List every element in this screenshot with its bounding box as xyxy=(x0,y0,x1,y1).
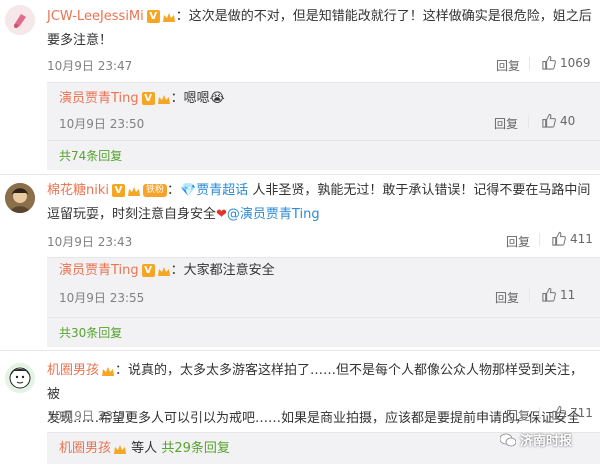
wechat-icon xyxy=(500,433,516,446)
thumbs-up-icon xyxy=(552,231,566,246)
reply-button[interactable]: 回复 xyxy=(506,407,530,424)
comment-separator xyxy=(0,174,600,175)
sub-reply-username[interactable]: 演员贾青Ting xyxy=(59,263,139,278)
crown-icon xyxy=(127,184,141,197)
reply-button[interactable]: 回复 xyxy=(506,233,530,250)
crying-emoji-icon: 😭 xyxy=(209,91,225,106)
diamond-icon: 💎 xyxy=(180,183,197,198)
sub-reply-text: 演员贾青Ting V ：嗯嗯😭 xyxy=(59,91,225,106)
more-replies-link[interactable]: 共29条回复 xyxy=(161,441,230,456)
comment-2: 棉花糖niki V 铁粉 ：💎贾青超话 人非圣贤，孰能无过！敢于承认错误！记得不要在马… xyxy=(0,178,600,348)
watermark-text: 济南时报 xyxy=(520,434,573,449)
verified-icon: V xyxy=(141,92,155,105)
divider xyxy=(47,317,600,318)
sub-like-button[interactable]: 40 xyxy=(541,113,575,128)
like-count: 711 xyxy=(570,405,593,420)
verified-icon: V xyxy=(112,184,125,197)
username[interactable]: JCW-LeeJessiMi xyxy=(47,9,144,24)
comment-date: 10月9日 23:47 xyxy=(47,409,133,423)
sub-reply-text: 机圈男孩 等人 共29条回复 xyxy=(59,441,230,456)
sub-like-button[interactable]: 11 xyxy=(541,287,575,302)
divider xyxy=(529,57,530,70)
like-count: 11 xyxy=(560,287,576,302)
sub-reply-username[interactable]: 机圈男孩 xyxy=(59,441,111,456)
heart-icon: ❤ xyxy=(216,207,227,222)
sub-reply-date: 10月9日 23:55 xyxy=(59,291,145,305)
like-button[interactable]: 1069 xyxy=(541,55,591,70)
more-replies-link[interactable]: 共74条回复 xyxy=(59,147,122,164)
comment-1: JCW-LeeJessiMi V ：这次是做的不对，但是知错能改就行了！这样做确实是… xyxy=(0,0,600,170)
sub-reply-button[interactable]: 回复 xyxy=(495,289,519,306)
divider xyxy=(528,115,529,128)
divider xyxy=(539,233,540,246)
reply-box: 演员贾青Ting V ：大家都注意安全 10月9日 23:55 回复 11 共30条… xyxy=(47,257,600,347)
avatar-image-icon xyxy=(5,363,35,393)
crown-icon xyxy=(157,264,171,277)
like-count: 40 xyxy=(560,113,576,128)
crown-icon xyxy=(101,364,115,377)
thumbs-up-icon xyxy=(542,287,556,302)
watermark: 济南时报 xyxy=(500,430,572,449)
username[interactable]: 棉花糖niki xyxy=(47,183,109,198)
crown-icon xyxy=(113,442,127,455)
divider xyxy=(47,140,600,141)
mention-link[interactable]: @演员贾青Ting xyxy=(227,207,320,222)
comment-text: JCW-LeeJessiMi V ：这次是做的不对，但是知错能改就行了！这样做确实是… xyxy=(47,9,592,48)
divider xyxy=(529,289,530,302)
avatar[interactable] xyxy=(5,5,35,35)
crown-icon xyxy=(162,10,176,23)
reply-button[interactable]: 回复 xyxy=(496,57,520,74)
comment-separator xyxy=(0,350,600,351)
username[interactable]: 机圈男孩 xyxy=(47,363,99,378)
like-count: 411 xyxy=(570,231,593,246)
avatar[interactable] xyxy=(5,363,35,393)
comment-date: 10月9日 23:43 xyxy=(47,235,133,249)
verified-icon: V xyxy=(141,264,155,277)
thumbs-up-icon xyxy=(542,55,556,70)
comment-date: 10月9日 23:47 xyxy=(47,59,133,73)
verified-icon: V xyxy=(146,10,160,23)
avatar-image-icon xyxy=(5,183,35,213)
comment-text: 棉花糖niki V 铁粉 ：💎贾青超话 人非圣贤，孰能无过！敢于承认错误！记得不要在马… xyxy=(47,183,591,222)
fan-badge: 铁粉 xyxy=(143,184,168,197)
sub-reply-date: 10月9日 23:50 xyxy=(59,117,145,131)
thumbs-up-icon xyxy=(552,405,566,420)
divider xyxy=(539,407,540,420)
avatar-image-icon xyxy=(5,5,35,35)
more-replies-link[interactable]: 共30条回复 xyxy=(59,324,122,341)
like-count: 1069 xyxy=(560,55,591,70)
crown-icon xyxy=(157,92,171,105)
sub-reply-text: 演员贾青Ting V ：大家都注意安全 xyxy=(59,263,275,278)
sub-reply-username[interactable]: 演员贾青Ting xyxy=(59,91,139,106)
reply-box: 演员贾青Ting V ：嗯嗯😭 10月9日 23:50 回复 40 共74条回复 xyxy=(47,82,600,170)
thumbs-up-icon xyxy=(542,113,556,128)
like-button[interactable]: 711 xyxy=(551,405,593,420)
supertopic-link[interactable]: 贾青超话 xyxy=(196,183,248,198)
like-button[interactable]: 411 xyxy=(551,231,593,246)
avatar[interactable] xyxy=(5,183,35,213)
sub-reply-button[interactable]: 回复 xyxy=(494,115,518,132)
